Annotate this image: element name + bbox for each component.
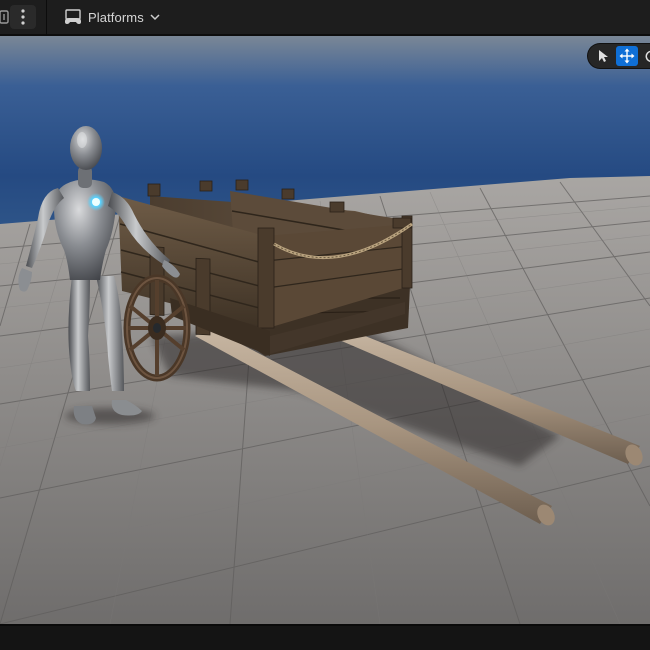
rotate-icon — [645, 50, 650, 62]
platforms-label: Platforms — [88, 9, 144, 25]
more-options-button[interactable] — [10, 5, 36, 29]
platforms-dropdown-button[interactable]: Platforms — [58, 5, 166, 29]
kebab-menu-icon — [21, 9, 25, 25]
cursor-arrow-icon — [599, 50, 608, 62]
transform-tools — [588, 44, 650, 68]
move-arrows-icon — [619, 48, 635, 64]
gamepad-monitor-icon — [65, 9, 81, 24]
scene-render — [0, 36, 650, 624]
editor-toolbar: Platforms — [0, 0, 650, 36]
bottom-status-bar — [0, 624, 650, 650]
level-viewport[interactable] — [0, 36, 650, 624]
chevron-down-icon — [150, 14, 160, 21]
cart-front-wheel — [123, 274, 191, 382]
toolbar-divider — [46, 0, 47, 36]
translate-mode-button[interactable] — [616, 46, 638, 66]
rotate-mode-button[interactable] — [640, 46, 650, 66]
select-mode-button[interactable] — [592, 46, 614, 66]
